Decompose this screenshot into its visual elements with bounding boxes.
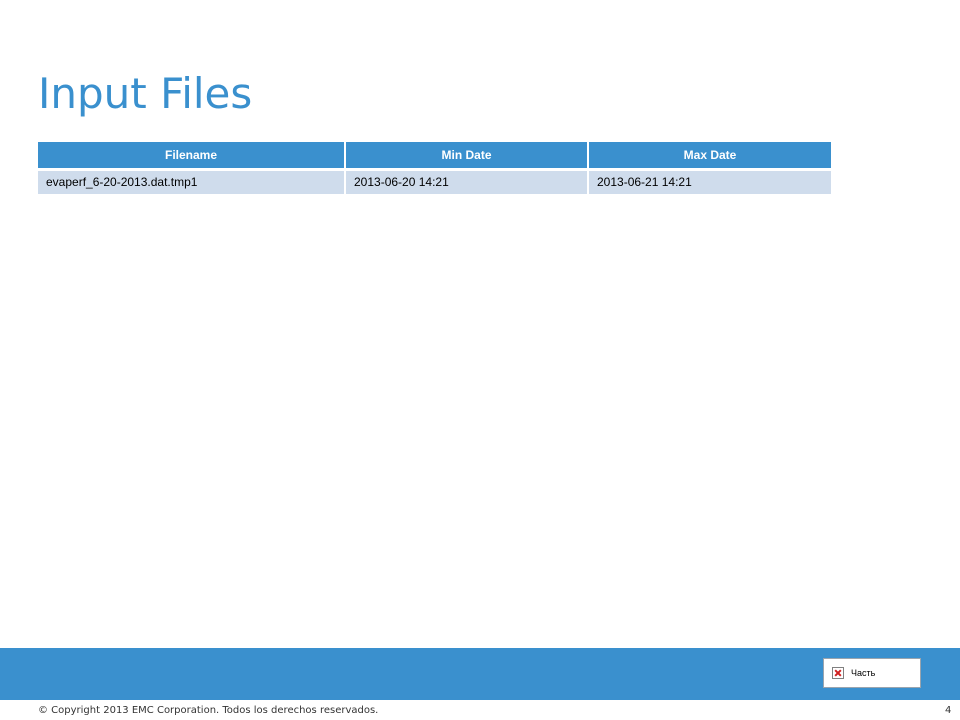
table-header-row: Filename Min Date Max Date xyxy=(38,142,831,171)
broken-image-placeholder: Часть xyxy=(823,658,921,688)
broken-image-icon xyxy=(832,667,844,679)
header-min-date: Min Date xyxy=(345,142,589,171)
header-max-date: Max Date xyxy=(588,142,831,171)
broken-image-label: Часть xyxy=(851,668,876,678)
cell-filename: evaperf_6-20-2013.dat.tmp1 xyxy=(38,169,346,194)
input-files-table: Filename Min Date Max Date evaperf_6-20-… xyxy=(38,142,831,194)
copyright-text: © Copyright 2013 EMC Corporation. Todos … xyxy=(38,705,379,716)
page-number: 4 xyxy=(945,705,952,716)
cell-min-date: 2013-06-20 14:21 xyxy=(345,169,589,194)
header-filename: Filename xyxy=(38,142,346,171)
slide-title: Input Files xyxy=(38,69,253,118)
table-row: evaperf_6-20-2013.dat.tmp1 2013-06-20 14… xyxy=(38,169,831,194)
cell-max-date: 2013-06-21 14:21 xyxy=(588,169,831,194)
footer-band xyxy=(0,648,960,700)
